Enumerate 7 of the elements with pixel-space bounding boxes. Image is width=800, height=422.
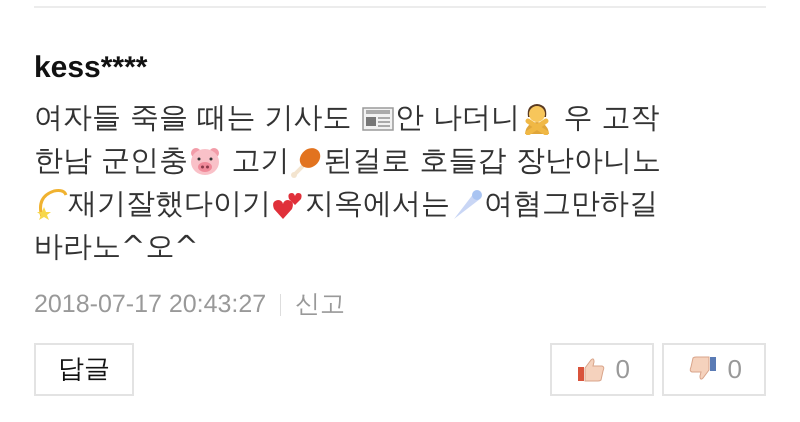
report-link[interactable]: 신고: [295, 286, 346, 324]
username: kess****: [34, 50, 148, 86]
like-button[interactable]: 0: [550, 342, 654, 396]
dislike-button[interactable]: 0: [662, 342, 766, 396]
timestamp: 2018-07-17 20:43:27: [34, 289, 266, 320]
reply-button[interactable]: 답글: [34, 342, 134, 396]
comment-text: 여자들 죽을 때는 기사도 안 나더니 우 고작 한남 군인충 고기 된걸로 호들갑 장난아니노 재기잘했다이기 지옥에서는 여혐그만하길 바라노^오^: [34, 99, 662, 265]
